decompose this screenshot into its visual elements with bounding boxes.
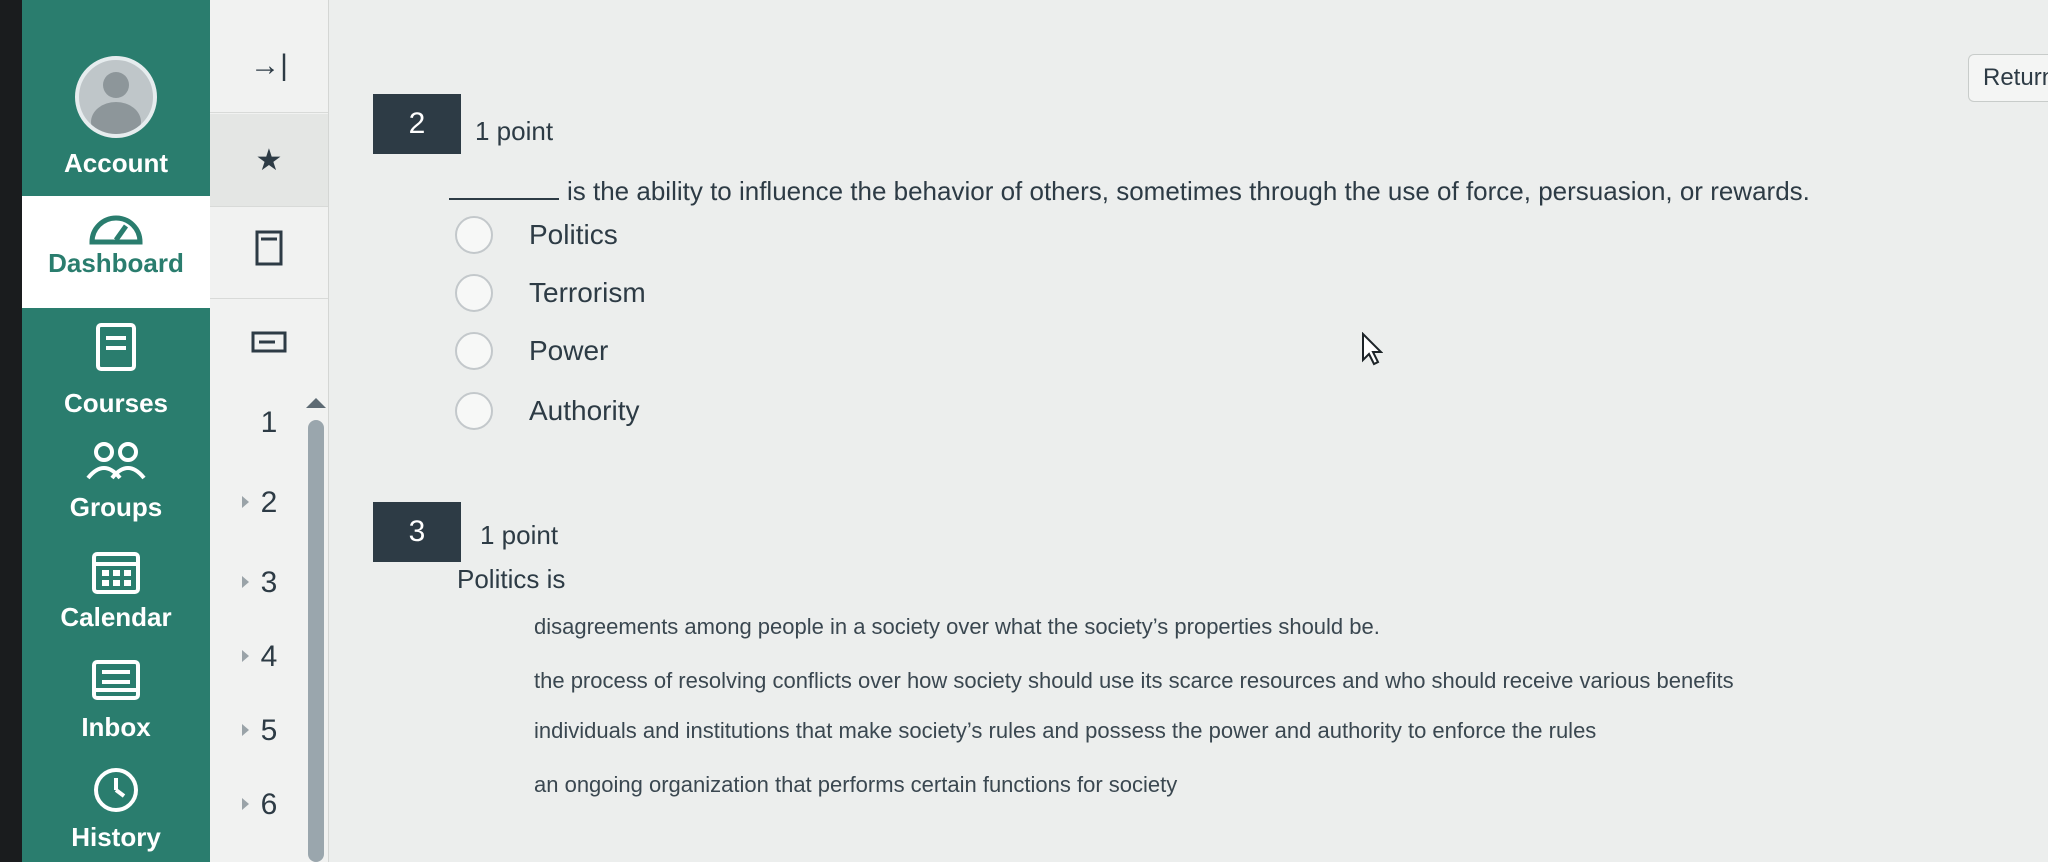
collapse-nav-button[interactable]: →| [210,20,328,113]
radio-button[interactable] [455,392,493,430]
question-points: 1 point [480,520,559,550]
answer-option[interactable]: Power [455,332,608,370]
question-link-label: 5 [260,714,278,747]
answer-option[interactable]: individuals and institutions that make s… [534,718,1596,744]
dashboard-icon [22,204,210,248]
mouse-cursor-icon [1362,332,1383,366]
answer-label: Terrorism [529,277,646,308]
answer-option[interactable]: disagreements among people in a society … [534,614,1380,640]
chevron-right-icon [242,496,249,508]
nav-groups-label: Groups [69,492,163,522]
question-text: Politics is [457,564,566,594]
answer-label: Politics [529,219,618,250]
history-icon [22,766,210,814]
question-text: is the ability to influence the behavior… [449,176,1810,207]
radio-button[interactable] [455,332,493,370]
question-link-label: 4 [260,640,278,673]
answer-option[interactable]: Politics [455,216,618,254]
answer-option[interactable]: Terrorism [455,274,646,312]
question-points: 1 point [475,116,554,146]
global-nav: Account Dashboard Courses Groups Calenda… [22,0,210,862]
nav-account-label: Account [64,148,168,178]
chevron-right-icon [242,798,249,810]
question-link-label: 1 [260,406,278,439]
question-nav-scrollbar[interactable] [308,420,324,862]
fill-in-blank [449,198,559,200]
single-page-icon [255,230,283,274]
nav-inbox-label: Inbox [81,712,151,742]
calendar-icon [22,548,210,596]
list-view-icon [251,327,287,361]
return-button[interactable]: Return [1968,54,2048,102]
nav-calendar[interactable]: Calendar [22,548,210,633]
nav-history-label: History [71,822,161,852]
chevron-right-icon [242,576,249,588]
answer-label: Power [529,335,609,366]
question-link-label: 3 [260,566,278,599]
answer-label: Authority [529,395,640,426]
nav-history[interactable]: History [22,766,210,853]
nav-courses-label: Courses [63,388,169,418]
radio-button[interactable] [455,274,493,312]
answer-option[interactable]: an ongoing organization that performs ce… [534,772,1177,798]
nav-account[interactable]: Account [22,56,210,179]
question-number-badge: 2 [373,94,461,154]
nav-dashboard-label: Dashboard [48,248,184,278]
collapse-arrow-icon: →| [250,49,288,82]
nav-groups[interactable]: Groups [22,440,210,523]
chevron-right-icon [242,724,249,736]
pin-icon: ★ [255,143,283,177]
nav-calendar-label: Calendar [60,602,172,632]
nav-dashboard[interactable]: Dashboard [22,196,210,308]
answer-option[interactable]: Authority [455,392,640,430]
inbox-icon [22,658,210,702]
quiz-content: Return 2 1 point is the ability to influ… [329,0,2048,862]
question-text-content: is the ability to influence the behavior… [567,176,1810,206]
view-single-button[interactable] [210,206,328,299]
question-link-label: 2 [260,486,278,519]
pin-button[interactable]: ★ [210,114,328,207]
chevron-right-icon [242,650,249,662]
view-list-button[interactable] [210,298,328,390]
avatar [75,56,157,138]
question-link-label: 6 [260,788,278,821]
courses-icon [22,322,210,372]
scroll-up-arrow-icon[interactable] [306,398,326,408]
nav-inbox[interactable]: Inbox [22,658,210,743]
question-number-badge: 3 [373,502,461,562]
radio-button[interactable] [455,216,493,254]
nav-courses[interactable]: Courses [22,322,210,419]
groups-icon [22,440,210,480]
answer-option[interactable]: the process of resolving conflicts over … [534,668,1734,694]
